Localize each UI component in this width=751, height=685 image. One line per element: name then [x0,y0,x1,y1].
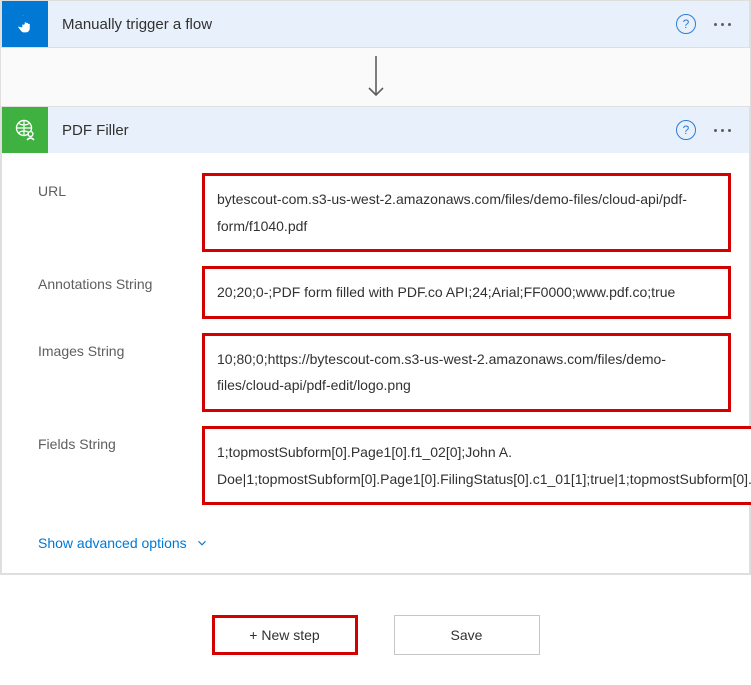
action-step: PDF Filler ? URL bytescout-com.s3-us-wes… [1,106,750,574]
field-label: Fields String [38,426,202,452]
pointer-icon [2,1,48,47]
field-row-annotations: Annotations String 20;20;0-;PDF form fil… [38,266,731,319]
field-label: Images String [38,333,202,359]
field-label: Annotations String [38,266,202,292]
chevron-down-icon [195,536,209,550]
action-title: PDF Filler [48,122,676,139]
new-step-button[interactable]: + New step [212,615,358,655]
trigger-title: Manually trigger a flow [48,16,676,33]
trigger-step: Manually trigger a flow ? [1,0,750,48]
show-advanced-toggle[interactable]: Show advanced options [2,525,749,573]
field-label: URL [38,173,202,199]
fields-input[interactable]: 1;topmostSubform[0].Page1[0].f1_02[0];Jo… [202,426,751,505]
footer: + New step Save [0,575,751,685]
images-input[interactable]: 10;80;0;https://bytescout-com.s3-us-west… [202,333,731,412]
field-row-fields: Fields String 1;topmostSubform[0].Page1[… [38,426,731,505]
flow-canvas: Manually trigger a flow ? PDF Filler ? [0,0,751,575]
field-row-url: URL bytescout-com.s3-us-west-2.amazonaws… [38,173,731,252]
more-menu-icon[interactable] [704,129,741,132]
action-body: URL bytescout-com.s3-us-west-2.amazonaws… [2,153,749,525]
field-row-images: Images String 10;80;0;https://bytescout-… [38,333,731,412]
url-input[interactable]: bytescout-com.s3-us-west-2.amazonaws.com… [202,173,731,252]
action-header[interactable]: PDF Filler ? [2,107,749,153]
trigger-header[interactable]: Manually trigger a flow ? [2,1,749,47]
advanced-label: Show advanced options [38,535,187,551]
annotations-input[interactable]: 20;20;0-;PDF form filled with PDF.co API… [202,266,731,319]
more-menu-icon[interactable] [704,23,741,26]
globe-person-icon [2,107,48,153]
save-button[interactable]: Save [394,615,540,655]
help-icon[interactable]: ? [676,120,696,140]
help-icon[interactable]: ? [676,14,696,34]
connector-arrow [1,48,750,106]
